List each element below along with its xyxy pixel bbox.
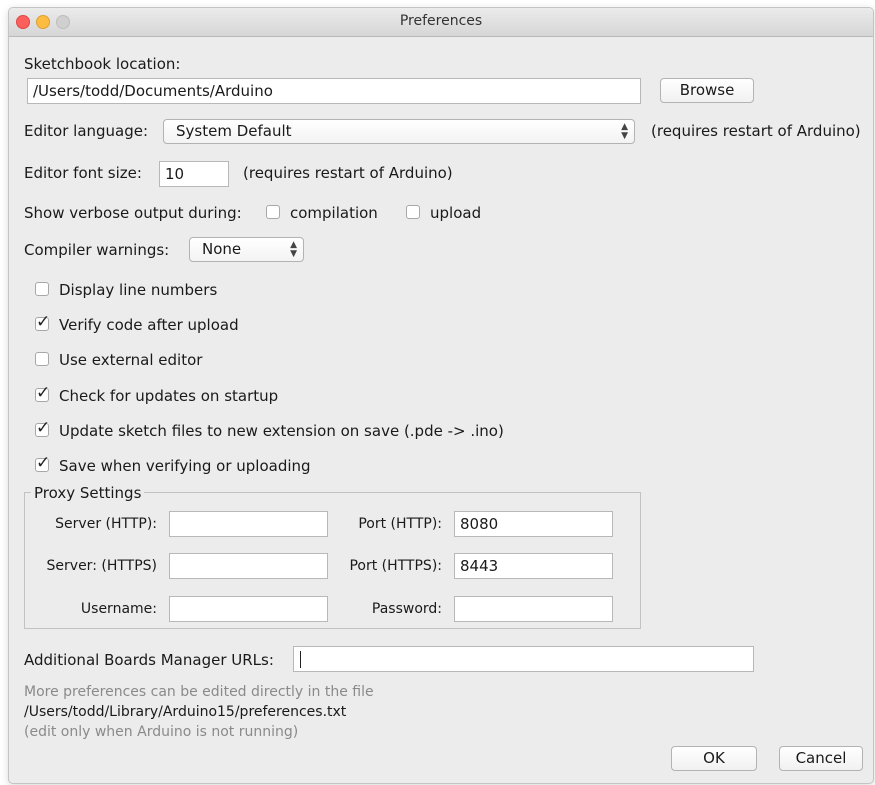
editor-font-size-note: (requires restart of Arduino)	[243, 164, 453, 182]
editor-language-label: Editor language:	[24, 122, 149, 140]
option-checkbox-label: Save when verifying or uploading	[59, 457, 311, 475]
preferences-file-path: /Users/todd/Library/Arduino15/preference…	[24, 704, 347, 720]
port-https-input[interactable]: 8443	[454, 553, 613, 579]
username-input[interactable]	[169, 596, 328, 622]
window-title: Preferences	[399, 13, 483, 29]
more-preferences-text: More preferences can be edited directly …	[24, 684, 374, 700]
editor-language-select[interactable]: System Default ▲ ▼	[163, 119, 635, 144]
option-checkbox[interactable]: ✓	[35, 418, 50, 438]
edit-note-text: (edit only when Arduino is not running)	[24, 724, 299, 740]
editor-font-size-label: Editor font size:	[24, 164, 142, 182]
option-checkbox[interactable]	[35, 282, 49, 296]
server-https-label: Server: (HTTPS)	[46, 558, 157, 574]
username-label: Username:	[80, 601, 157, 617]
boards-manager-urls-input[interactable]	[293, 646, 754, 672]
preferences-window: Preferences Sketchbook location: /Users/…	[8, 7, 874, 784]
browse-button[interactable]: Browse	[660, 78, 754, 103]
sketchbook-label: Sketchbook location:	[24, 55, 181, 73]
sketchbook-path-input[interactable]: /Users/todd/Documents/Arduino	[27, 78, 641, 104]
server-https-input[interactable]	[169, 553, 328, 579]
title-bar[interactable]: Preferences	[9, 8, 873, 37]
server-http-label: Server (HTTP):	[55, 516, 157, 532]
cancel-button[interactable]: Cancel	[779, 746, 863, 771]
compilation-checkbox[interactable]	[266, 205, 280, 219]
text-cursor	[300, 651, 301, 668]
verbose-output-label: Show verbose output during:	[24, 204, 242, 222]
password-label: Password:	[371, 601, 442, 617]
updown-arrows-icon: ▲ ▼	[621, 121, 628, 141]
upload-checkbox[interactable]	[406, 205, 420, 219]
option-checkbox-label: Check for updates on startup	[59, 387, 279, 405]
checkmark-icon: ✓	[36, 453, 51, 473]
ok-button[interactable]: OK	[671, 746, 757, 771]
option-checkbox-label: Display line numbers	[59, 281, 218, 299]
compilation-label: compilation	[290, 204, 378, 222]
option-checkbox[interactable]: ✓	[35, 453, 50, 473]
option-checkbox-label: Update sketch files to new extension on …	[59, 422, 504, 440]
option-checkbox[interactable]: ✓	[35, 312, 50, 332]
port-http-input[interactable]: 8080	[454, 511, 613, 537]
option-checkbox-label: Use external editor	[59, 351, 203, 369]
proxy-settings-title: Proxy Settings	[31, 484, 145, 502]
server-http-input[interactable]	[169, 511, 328, 537]
editor-language-note: (requires restart of Arduino)	[651, 122, 861, 140]
editor-font-size-input[interactable]: 10	[159, 161, 229, 187]
checkmark-icon: ✓	[36, 312, 51, 332]
port-https-label: Port (HTTPS):	[349, 558, 442, 574]
option-checkbox[interactable]	[35, 352, 49, 366]
port-http-label: Port (HTTP):	[358, 516, 442, 532]
option-checkbox-label: Verify code after upload	[59, 316, 239, 334]
checkmark-icon: ✓	[36, 383, 51, 403]
editor-language-value: System Default	[176, 122, 292, 140]
compiler-warnings-select[interactable]: None ▲ ▼	[189, 237, 304, 262]
updown-arrows-icon: ▲ ▼	[290, 239, 297, 259]
boards-manager-urls-label: Additional Boards Manager URLs:	[24, 651, 274, 669]
password-input[interactable]	[454, 596, 613, 622]
checkmark-icon: ✓	[36, 418, 51, 438]
compiler-warnings-label: Compiler warnings:	[24, 241, 170, 259]
option-checkbox[interactable]: ✓	[35, 383, 50, 403]
upload-label: upload	[430, 204, 482, 222]
compiler-warnings-value: None	[202, 240, 242, 258]
